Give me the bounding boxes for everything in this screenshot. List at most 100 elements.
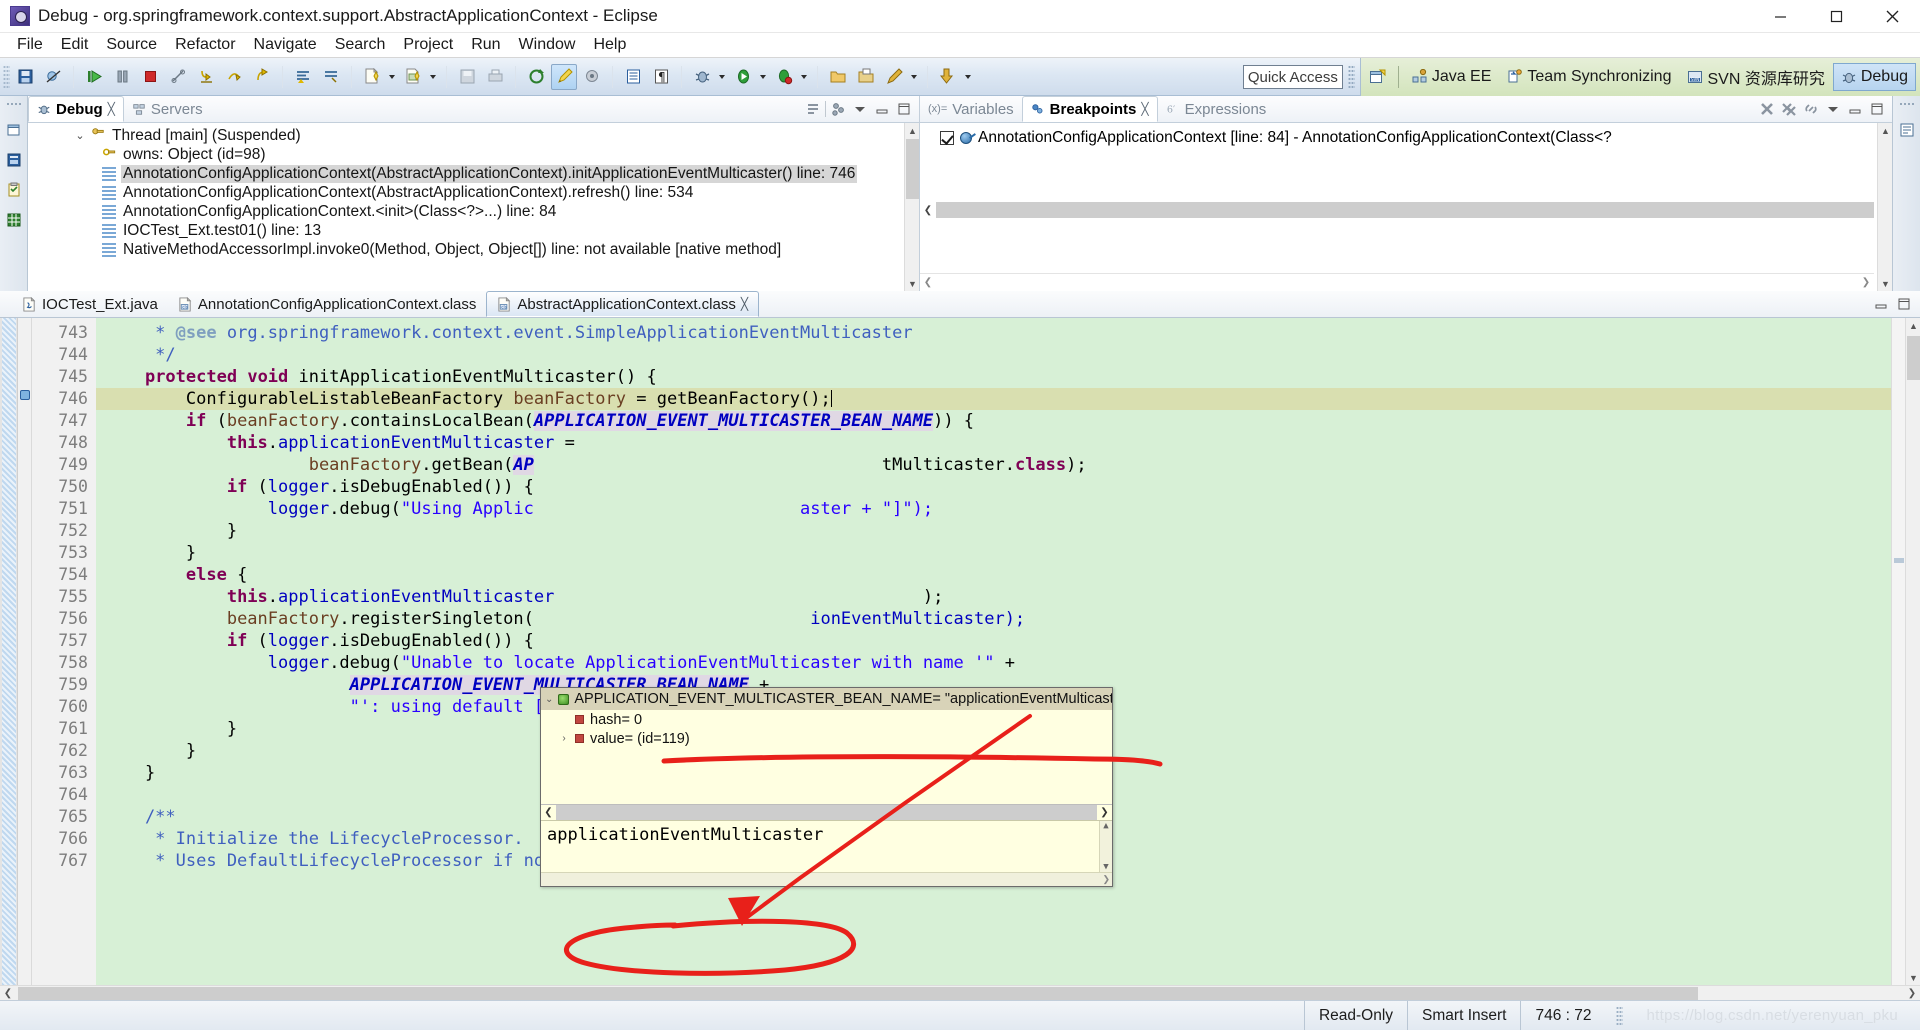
breakpoint-enabled-checkbox[interactable] bbox=[940, 131, 954, 145]
editor-horizontal-scrollbar[interactable]: ❮ ❯ bbox=[0, 985, 1920, 1000]
download-icon[interactable] bbox=[935, 64, 961, 90]
inspect-popup-resize-bar[interactable]: ❯ bbox=[541, 872, 1112, 886]
debug-dropdown-icon[interactable] bbox=[716, 64, 727, 90]
open-folder-icon[interactable] bbox=[825, 64, 851, 90]
save-icon[interactable] bbox=[12, 64, 38, 90]
step-over-icon[interactable] bbox=[221, 64, 247, 90]
code-line-749[interactable]: beanFactory.getBean(AP tMulticaster.clas… bbox=[96, 454, 1891, 476]
pencil-dropdown-icon[interactable] bbox=[908, 64, 919, 90]
new-java-file-dropdown-icon[interactable] bbox=[386, 64, 397, 90]
status-insert-mode[interactable]: Smart Insert bbox=[1407, 1000, 1520, 1030]
menu-refactor[interactable]: Refactor bbox=[166, 34, 244, 56]
scroll-down-icon[interactable]: ▼ bbox=[1878, 276, 1892, 291]
scrollbar-thumb[interactable] bbox=[906, 139, 919, 199]
step-into-icon[interactable] bbox=[193, 64, 219, 90]
scroll-left-icon[interactable]: ❮ bbox=[920, 277, 936, 288]
maximize-icon[interactable] bbox=[894, 99, 914, 119]
tree-item-frame-1[interactable]: AnnotationConfigApplicationContext(Abstr… bbox=[28, 164, 919, 183]
scroll-left-icon[interactable]: ❮ bbox=[541, 804, 556, 821]
run-icon[interactable] bbox=[730, 64, 756, 90]
variable-inspect-popup[interactable]: ⌄ APPLICATION_EVENT_MULTICASTER_BEAN_NAM… bbox=[540, 687, 1113, 887]
tab-debug-close-icon[interactable]: ╳ bbox=[108, 102, 115, 116]
step-return-icon[interactable] bbox=[249, 64, 275, 90]
scroll-right-icon[interactable]: ❯ bbox=[1904, 986, 1920, 1001]
remove-all-breakpoints-icon[interactable] bbox=[1779, 99, 1799, 119]
scroll-up-icon[interactable]: ▲ bbox=[1878, 123, 1892, 138]
terminate-icon[interactable] bbox=[137, 64, 163, 90]
expand-twisty-icon[interactable]: › bbox=[559, 733, 569, 744]
editor-tab-ioctest[interactable]: IOCTest_Ext.java bbox=[12, 291, 168, 317]
minimize-button[interactable] bbox=[1752, 0, 1808, 33]
inspect-row-hash[interactable]: hash= 0 bbox=[541, 710, 1112, 729]
tab-breakpoints[interactable]: Breakpoints ╳ bbox=[1021, 96, 1158, 122]
collapse-all-icon[interactable] bbox=[803, 99, 823, 119]
menu-source[interactable]: Source bbox=[97, 34, 166, 56]
code-line-748[interactable]: this.applicationEventMulticaster = bbox=[96, 432, 1891, 454]
menu-window[interactable]: Window bbox=[510, 34, 585, 56]
tree-item-thread[interactable]: ⌄ Thread [main] (Suspended) bbox=[28, 126, 919, 145]
show-qualified-names-icon[interactable] bbox=[290, 64, 316, 90]
link-with-debug-view-icon[interactable] bbox=[1801, 99, 1821, 119]
editor-tab-annotationconfig[interactable]: cls AnnotationConfigApplicationContext.c… bbox=[168, 291, 487, 317]
resume-icon[interactable] bbox=[81, 64, 107, 90]
data-source-view-icon[interactable] bbox=[4, 210, 24, 230]
highlight-pen-icon[interactable] bbox=[551, 63, 577, 90]
editor-minimize-icon[interactable] bbox=[1871, 294, 1891, 314]
scroll-down-icon[interactable]: ▼ bbox=[905, 276, 919, 291]
scroll-left-icon[interactable]: ❮ bbox=[920, 205, 936, 216]
scrollbar-thumb[interactable] bbox=[556, 804, 1097, 821]
new-java-file-icon[interactable] bbox=[359, 64, 385, 90]
editor-tab-close-icon[interactable]: ╳ bbox=[741, 297, 748, 311]
tab-variables[interactable]: (x)= Variables bbox=[920, 96, 1022, 122]
refresh-icon[interactable] bbox=[523, 64, 549, 90]
breakpoints-maximize-icon[interactable] bbox=[1867, 99, 1887, 119]
restore-view-icon[interactable] bbox=[4, 120, 24, 140]
toolbar-grip[interactable] bbox=[3, 64, 10, 89]
toggle-markers-icon[interactable] bbox=[579, 64, 605, 90]
tab-servers[interactable]: Servers bbox=[124, 96, 211, 122]
new-wizard-icon[interactable] bbox=[400, 64, 426, 90]
suspend-icon[interactable] bbox=[109, 64, 135, 90]
maximize-button[interactable] bbox=[1808, 0, 1864, 33]
debug-stack-tree[interactable]: ⌄ Thread [main] (Suspended) owns: Object… bbox=[28, 123, 919, 291]
code-line-755[interactable]: this.applicationEventMulticaster ); bbox=[96, 586, 1891, 608]
resize-handle-icon[interactable]: ❯ bbox=[1102, 874, 1110, 885]
scroll-right-icon[interactable]: ❯ bbox=[1858, 277, 1874, 288]
right-fast-view-grip[interactable] bbox=[1898, 102, 1915, 107]
scroll-up-icon[interactable]: ▲ bbox=[1906, 318, 1920, 333]
inspect-popup-header[interactable]: ⌄ APPLICATION_EVENT_MULTICASTER_BEAN_NAM… bbox=[541, 688, 1112, 710]
collapse-all-icon[interactable] bbox=[318, 64, 344, 90]
code-line-758[interactable]: logger.debug("Unable to locate Applicati… bbox=[96, 652, 1891, 674]
tab-breakpoints-close-icon[interactable]: ╳ bbox=[1141, 102, 1148, 116]
outline-view-icon[interactable] bbox=[1897, 120, 1917, 140]
view-menu-icon[interactable] bbox=[850, 99, 870, 119]
inspect-popup-detail-pane[interactable]: applicationEventMulticaster ▲ ▼ bbox=[541, 820, 1112, 872]
skip-all-breakpoints-icon[interactable] bbox=[40, 64, 66, 90]
fast-view-grip[interactable] bbox=[5, 102, 22, 107]
pencil-icon[interactable] bbox=[881, 64, 907, 90]
code-editor[interactable]: 743 744 745− 746 747 748 749 750 751 752… bbox=[0, 318, 1920, 985]
menu-help[interactable]: Help bbox=[584, 34, 635, 56]
scroll-right-icon[interactable]: ❯ bbox=[1097, 804, 1112, 821]
remove-breakpoint-icon[interactable] bbox=[1757, 99, 1777, 119]
perspective-debug[interactable]: Debug bbox=[1832, 63, 1916, 91]
annotation-ruler[interactable] bbox=[0, 318, 18, 985]
coverage-icon[interactable] bbox=[771, 64, 797, 90]
editor-tab-abstractapplicationcontext[interactable]: cls AbstractApplicationContext.class ╳ bbox=[486, 291, 760, 317]
console-view-icon[interactable] bbox=[4, 150, 24, 170]
thread-grouping-icon[interactable] bbox=[828, 99, 848, 119]
code-line-754[interactable]: else { bbox=[96, 564, 1891, 586]
breakpoints-minimize-icon[interactable] bbox=[1845, 99, 1865, 119]
overview-ruler[interactable] bbox=[1891, 318, 1905, 985]
breakpoints-view-menu-icon[interactable] bbox=[1823, 99, 1843, 119]
scrollbar-thumb[interactable] bbox=[18, 987, 1698, 1000]
open-perspective-icon[interactable] bbox=[1365, 64, 1391, 90]
code-line-753[interactable]: } bbox=[96, 542, 1891, 564]
scroll-down-icon[interactable]: ▼ bbox=[1103, 862, 1108, 872]
tab-expressions[interactable]: 6′ Expressions bbox=[1158, 96, 1275, 122]
status-bar-grip[interactable] bbox=[1615, 1005, 1623, 1026]
inspect-popup-tree[interactable]: hash= 0 › value= (id=119) bbox=[541, 710, 1112, 804]
code-line-750[interactable]: if (logger.isDebugEnabled()) { bbox=[96, 476, 1891, 498]
scroll-down-icon[interactable]: ▼ bbox=[1906, 970, 1920, 985]
code-line-743[interactable]: * @see org.springframework.context.event… bbox=[96, 322, 1891, 344]
